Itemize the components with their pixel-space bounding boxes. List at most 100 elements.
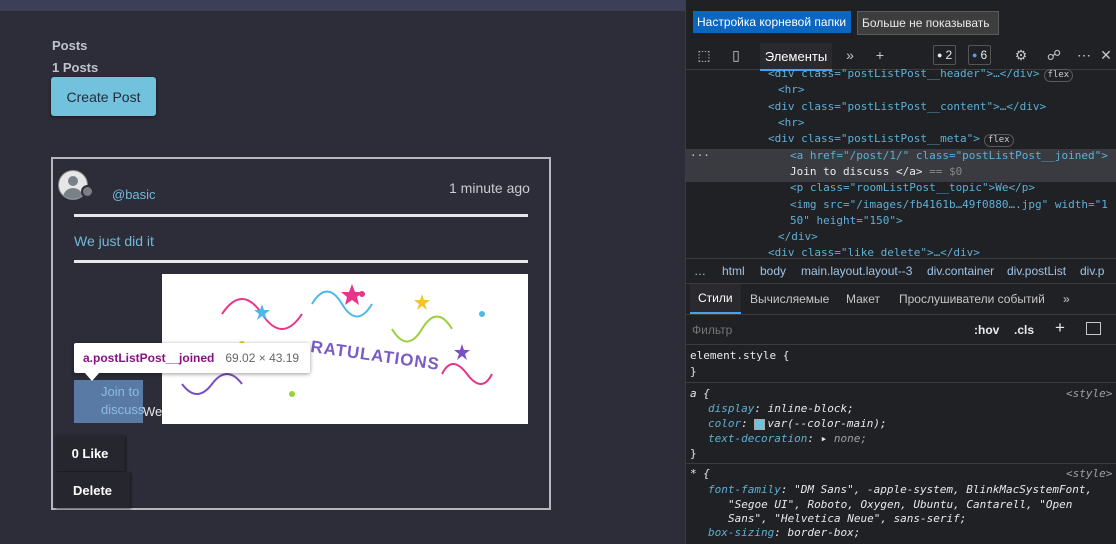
dom-node-img-cont[interactable]: 50" height="150"> — [790, 213, 903, 229]
node-ellipsis[interactable]: ··· — [690, 148, 710, 164]
prop-value: border-box; — [787, 526, 861, 539]
flex-badge[interactable]: flex — [1043, 69, 1074, 82]
dom-node-p[interactable]: <p class="roomListPost__topic">We</p> — [790, 180, 1035, 196]
message-icon: ● — [972, 50, 978, 60]
breadcrumb-item[interactable]: div.container — [927, 264, 994, 278]
delete-button[interactable]: Delete — [55, 472, 130, 508]
node-text: <p class="roomListPost__topic">We</p> — [790, 181, 1036, 194]
join-to-discuss-link[interactable]: Join to discuss — [101, 383, 145, 419]
dom-node-a-selected[interactable]: <a href="/post/1/" class="postListPost__… — [790, 148, 1108, 164]
errors-badge[interactable]: ● 2 — [933, 45, 957, 65]
messages-count: 6 — [980, 48, 988, 62]
selector-text: a { — [690, 387, 710, 400]
error-icon: ● — [937, 50, 943, 60]
breadcrumb-item[interactable]: main.layout.layout--3 — [801, 264, 912, 278]
inspect-tooltip: a.postListPost__joined 69.02 × 43.19 — [74, 343, 310, 373]
create-post-button[interactable]: Create Post — [51, 77, 156, 116]
top-nav-strip — [0, 0, 685, 11]
prop-name: color — [708, 417, 742, 430]
styles-pane: element.style { } a { <style> display: i… — [686, 346, 1116, 544]
add-tab-icon[interactable]: + — [872, 47, 888, 63]
node-text: <div class="postListPost__content">…</di… — [768, 100, 1047, 113]
eq-marker: == $0 — [929, 165, 963, 178]
tab-computed[interactable]: Вычисляемые — [750, 292, 829, 306]
breadcrumb-item[interactable]: div.p — [1080, 264, 1104, 278]
tab-event-listeners[interactable]: Прослушиватели событий — [899, 292, 1045, 306]
element-style-rule[interactable]: element.style { — [690, 348, 789, 363]
messages-badge[interactable]: ● 6 — [968, 45, 992, 65]
posts-heading: Posts — [52, 38, 88, 53]
rule-source[interactable]: <style> — [1066, 386, 1112, 401]
dom-node-header[interactable]: <div class="postListPost__header">…</div… — [768, 66, 1074, 82]
dom-node-a-text[interactable]: Join to discuss </a> == $0 — [790, 164, 962, 180]
decl-text-decoration[interactable]: text-decoration: ▸ none; — [708, 431, 867, 446]
star-rule-selector[interactable]: * { — [690, 466, 710, 481]
color-swatch-icon[interactable] — [754, 418, 766, 430]
configure-root-folder-button[interactable]: Настройка корневой папки — [693, 11, 851, 33]
divider — [74, 260, 528, 263]
tooltip-selector: a.postListPost__joined — [83, 351, 215, 365]
decl-box-sizing[interactable]: box-sizing: border-box; — [708, 525, 860, 540]
dont-show-again-button[interactable]: Больше не показывать — [857, 11, 999, 35]
rule-source[interactable]: <style> — [1066, 466, 1112, 481]
dom-node-content[interactable]: <div class="postListPost__content">…</di… — [768, 99, 1046, 115]
node-text: Join to discuss </a> — [790, 165, 923, 178]
decl-display[interactable]: display: inline-block; — [708, 401, 854, 416]
node-text: <div class="postListPost__header">…</div… — [768, 67, 1040, 80]
inspect-element-icon[interactable]: ⬚ — [696, 47, 712, 63]
expand-triangle-icon[interactable]: ▸ — [821, 432, 834, 445]
prop-value: inline-block; — [767, 402, 854, 415]
prop-value-cont: "Segoe UI", Roboto, Oxygen, Ubuntu, Cant… — [728, 498, 1073, 511]
node-text: <a href="/post/1/" class="postListPost__… — [790, 149, 1108, 162]
like-button[interactable]: 0 Like — [55, 435, 125, 471]
close-icon[interactable]: ✕ — [1098, 47, 1114, 63]
settings-gear-icon[interactable]: ⚙ — [1013, 47, 1029, 63]
tab-more[interactable]: » — [1063, 292, 1070, 306]
a-rule-selector[interactable]: a { — [690, 386, 710, 401]
avatar-head-icon — [68, 176, 78, 186]
new-rule-icon[interactable]: + — [1055, 318, 1065, 338]
device-toggle-icon[interactable]: ▯ — [728, 47, 744, 63]
dom-node-meta[interactable]: <div class="postListPost__meta"> flex — [768, 131, 1014, 147]
breadcrumb-item[interactable]: div.postList — [1007, 264, 1066, 278]
node-text: 50" height="150"> — [790, 214, 903, 227]
dom-node-close[interactable]: </div> — [778, 229, 818, 245]
dom-node-img[interactable]: <img src="/images/fb4161b…49f0880….jpg" … — [790, 197, 1108, 213]
prop-name: text-decoration — [708, 432, 808, 445]
dom-node-hr[interactable]: <hr> — [778, 115, 805, 131]
errors-count: 2 — [945, 48, 953, 62]
breadcrumb: … html body main.layout.layout--3 div.co… — [686, 258, 1116, 284]
decl-font-family[interactable]: font-family: "DM Sans", -apple-system, B… — [708, 482, 1092, 497]
prop-value: var(--color-main); — [767, 417, 887, 430]
rule-divider — [686, 382, 1116, 383]
prop-name: font-family — [708, 483, 781, 496]
breadcrumb-item[interactable]: html — [722, 264, 745, 278]
node-text: <div class="postListPost__meta"> — [768, 132, 980, 145]
node-text: <hr> — [778, 83, 805, 96]
tab-styles[interactable]: Стили — [690, 284, 741, 314]
tooltip-arrow — [84, 372, 100, 381]
rule-close: } — [690, 365, 697, 378]
feedback-icon[interactable]: ☍ — [1046, 47, 1062, 63]
prop-value: "DM Sans", -apple-system, BlinkMacSystem… — [794, 483, 1093, 496]
toggle-sidebar-icon[interactable] — [1086, 322, 1101, 335]
cls-toggle[interactable]: .cls — [1014, 323, 1034, 337]
flex-badge[interactable]: flex — [983, 134, 1014, 147]
styles-filter-input[interactable] — [690, 321, 954, 339]
dom-node-hr[interactable]: <hr> — [778, 82, 805, 98]
rule-close: } — [690, 447, 697, 460]
hov-toggle[interactable]: :hov — [974, 323, 999, 337]
rule-divider — [686, 463, 1116, 464]
node-text: <img src="/images/fb4161b…49f0880….jpg" … — [790, 198, 1108, 211]
status-dot — [81, 185, 94, 198]
post-username[interactable]: @basic — [112, 187, 156, 202]
node-text: <hr> — [778, 116, 805, 129]
breadcrumb-item[interactable]: body — [760, 264, 786, 278]
more-tabs-icon[interactable]: » — [842, 47, 858, 63]
posts-count: 1 Posts — [52, 60, 99, 75]
more-menu-icon[interactable]: ⋯ — [1076, 47, 1092, 63]
prop-name: box-sizing — [708, 526, 775, 539]
breadcrumb-item[interactable]: … — [694, 264, 706, 278]
decl-color[interactable]: color: var(--color-main); — [708, 416, 887, 431]
tab-layout[interactable]: Макет — [846, 292, 880, 306]
